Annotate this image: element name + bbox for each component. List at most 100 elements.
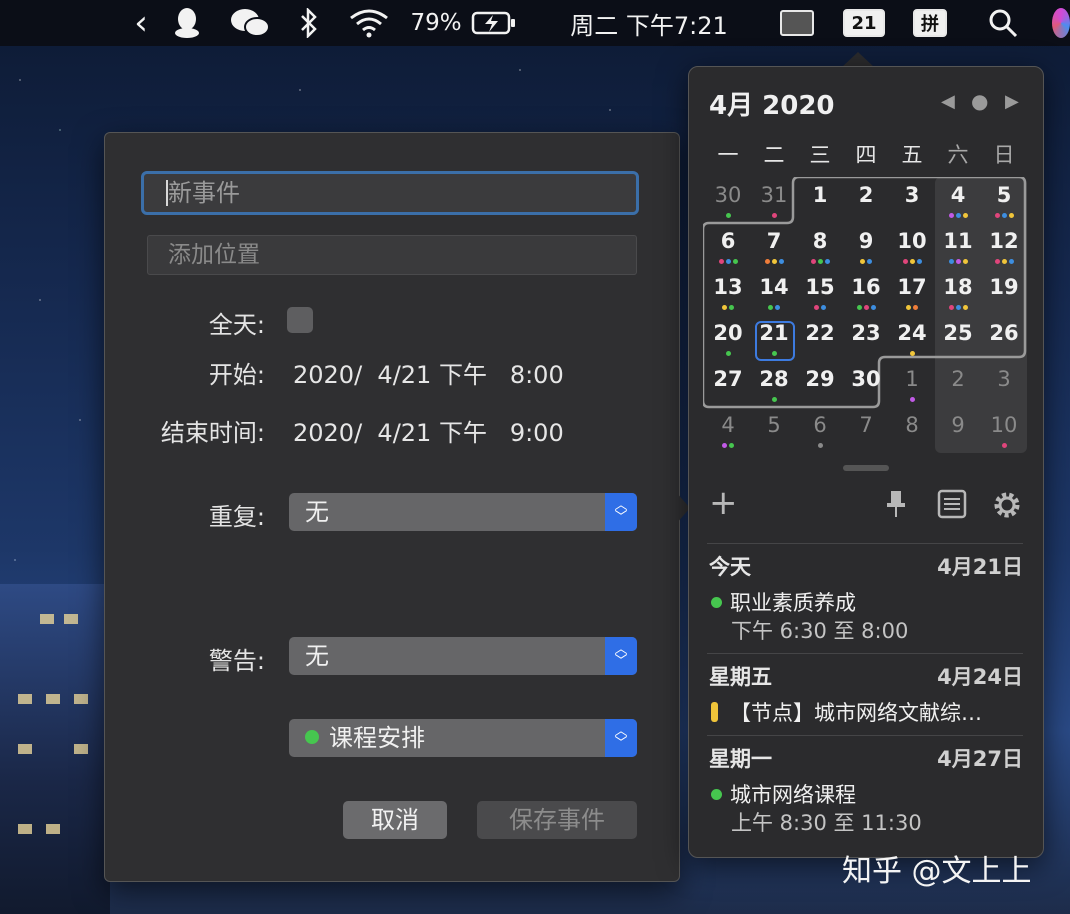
allday-checkbox[interactable] — [287, 307, 313, 333]
calendar-day[interactable]: 10 — [981, 407, 1027, 453]
calendar-day[interactable]: 27 — [705, 361, 751, 407]
agenda-date: 4月24日 — [937, 665, 1023, 689]
event-dots — [705, 213, 751, 218]
calendar-day[interactable]: 9 — [843, 223, 889, 269]
display-icon[interactable] — [778, 0, 816, 46]
event-dots — [705, 305, 751, 310]
calendar-day[interactable]: 13 — [705, 269, 751, 315]
calendar-day[interactable]: 6 — [797, 407, 843, 453]
event-color-marker — [711, 702, 718, 722]
calendar-day[interactable]: 28 — [751, 361, 797, 407]
calendar-day[interactable]: 4 — [705, 407, 751, 453]
new-event-popover: 新事件 添加位置 全天: 开始: 2020/ 4/21 下午 8:00 结束时间… — [104, 132, 680, 882]
wallpaper-building — [0, 584, 110, 914]
calendar-day[interactable]: 17 — [889, 269, 935, 315]
calendar-day[interactable]: 5 — [751, 407, 797, 453]
calendar-day[interactable]: 23 — [843, 315, 889, 361]
calendar-badge-icon[interactable]: 21 — [842, 0, 886, 46]
end-datetime-field[interactable]: 2020/ 4/21 下午 9:00 — [293, 413, 564, 448]
calendar-day[interactable]: 14 — [751, 269, 797, 315]
calendar-day[interactable]: 16 — [843, 269, 889, 315]
calendar-day[interactable]: 26 — [981, 315, 1027, 361]
wechat-icon[interactable] — [228, 0, 272, 46]
day-number: 7 — [859, 413, 873, 437]
calendar-day[interactable]: 25 — [935, 315, 981, 361]
day-number: 2 — [858, 183, 874, 207]
calendar-day[interactable]: 15 — [797, 269, 843, 315]
calendar-day[interactable]: 11 — [935, 223, 981, 269]
calendar-day[interactable]: 19 — [981, 269, 1027, 315]
day-number: 7 — [766, 229, 782, 253]
calendar-day[interactable]: 30 — [705, 177, 751, 223]
event-dots — [843, 305, 889, 310]
calendar-day[interactable]: 2 — [843, 177, 889, 223]
qq-icon[interactable] — [170, 0, 204, 46]
calendar-day[interactable]: 24 — [889, 315, 935, 361]
event-dots — [981, 259, 1027, 264]
day-number: 26 — [989, 321, 1019, 345]
event-title-input[interactable]: 新事件 — [141, 171, 639, 215]
calendar-day[interactable]: 8 — [889, 407, 935, 453]
calendar-day[interactable]: 10 — [889, 223, 935, 269]
calendar-day[interactable]: 6 — [705, 223, 751, 269]
day-number: 8 — [812, 229, 828, 253]
battery-charging-icon[interactable] — [470, 0, 518, 46]
agenda-event-time: 上午 8:30 至 11:30 — [731, 811, 922, 835]
calendar-day[interactable]: 9 — [935, 407, 981, 453]
day-number: 30 — [851, 367, 881, 391]
wifi-icon[interactable] — [346, 0, 392, 46]
cancel-button[interactable]: 取消 — [343, 801, 447, 839]
menu-bar: ‹ 79% 周二 下午7:21 21 拼 — [0, 0, 1070, 46]
repeat-value: 无 — [305, 498, 329, 526]
calendar-day[interactable]: 5 — [981, 177, 1027, 223]
agenda-list-icon[interactable] — [937, 489, 967, 526]
repeat-label: 重复: — [208, 503, 265, 531]
calendar-day[interactable]: 20 — [705, 315, 751, 361]
day-number: 1 — [905, 367, 919, 391]
calendar-day[interactable]: 7 — [751, 223, 797, 269]
alert-select[interactable]: 无 ︿ ﹀ — [289, 637, 637, 675]
repeat-select[interactable]: 无 ︿ ﹀ — [289, 493, 637, 531]
search-icon[interactable] — [986, 0, 1020, 46]
start-datetime-field[interactable]: 2020/ 4/21 下午 8:00 — [293, 355, 564, 390]
calendar-day[interactable]: 30 — [843, 361, 889, 407]
calendar-day[interactable]: 1 — [889, 361, 935, 407]
save-event-button[interactable]: 保存事件 — [477, 801, 637, 839]
bluetooth-icon[interactable] — [296, 0, 322, 46]
calendar-day[interactable]: 7 — [843, 407, 889, 453]
prev-month-icon[interactable]: ◀ — [941, 91, 955, 112]
agenda-event[interactable]: 【节点】城市网络文献综… — [711, 697, 982, 727]
calendar-day[interactable]: 12 — [981, 223, 1027, 269]
today-dot-icon[interactable]: ● — [971, 89, 988, 113]
calendar-select[interactable]: 课程安排 ︿ ﹀ — [289, 719, 637, 757]
back-icon[interactable]: ‹ — [128, 0, 154, 46]
resize-handle[interactable] — [843, 465, 889, 471]
gear-icon[interactable] — [991, 489, 1023, 528]
end-label: 结束时间: — [160, 419, 265, 447]
calendar-day[interactable]: 2 — [935, 361, 981, 407]
event-location-input[interactable]: 添加位置 — [147, 235, 637, 275]
day-number: 6 — [813, 413, 827, 437]
agenda-event[interactable]: 职业素质养成 — [711, 587, 856, 617]
event-dots — [889, 351, 935, 356]
siri-icon[interactable] — [1052, 0, 1070, 46]
agenda-event-title: 城市网络课程 — [730, 783, 856, 807]
calendar-day[interactable]: 1 — [797, 177, 843, 223]
add-event-icon[interactable]: + — [709, 483, 738, 523]
calendar-day[interactable]: 3 — [981, 361, 1027, 407]
agenda-date: 4月27日 — [937, 747, 1023, 771]
calendar-day[interactable]: 8 — [797, 223, 843, 269]
event-dots — [935, 305, 981, 310]
input-method-icon[interactable]: 拼 — [912, 0, 948, 46]
calendar-day[interactable]: 29 — [797, 361, 843, 407]
next-month-icon[interactable]: ▶ — [1005, 91, 1019, 112]
calendar-day[interactable]: 4 — [935, 177, 981, 223]
calendar-day[interactable]: 22 — [797, 315, 843, 361]
agenda-event[interactable]: 城市网络课程 — [711, 779, 856, 809]
pin-icon[interactable] — [885, 489, 907, 526]
event-location-placeholder: 添加位置 — [168, 242, 260, 268]
calendar-day[interactable]: 18 — [935, 269, 981, 315]
calendar-day[interactable]: 3 — [889, 177, 935, 223]
menubar-clock[interactable]: 周二 下午7:21 — [556, 0, 742, 46]
calendar-day[interactable]: 31 — [751, 177, 797, 223]
